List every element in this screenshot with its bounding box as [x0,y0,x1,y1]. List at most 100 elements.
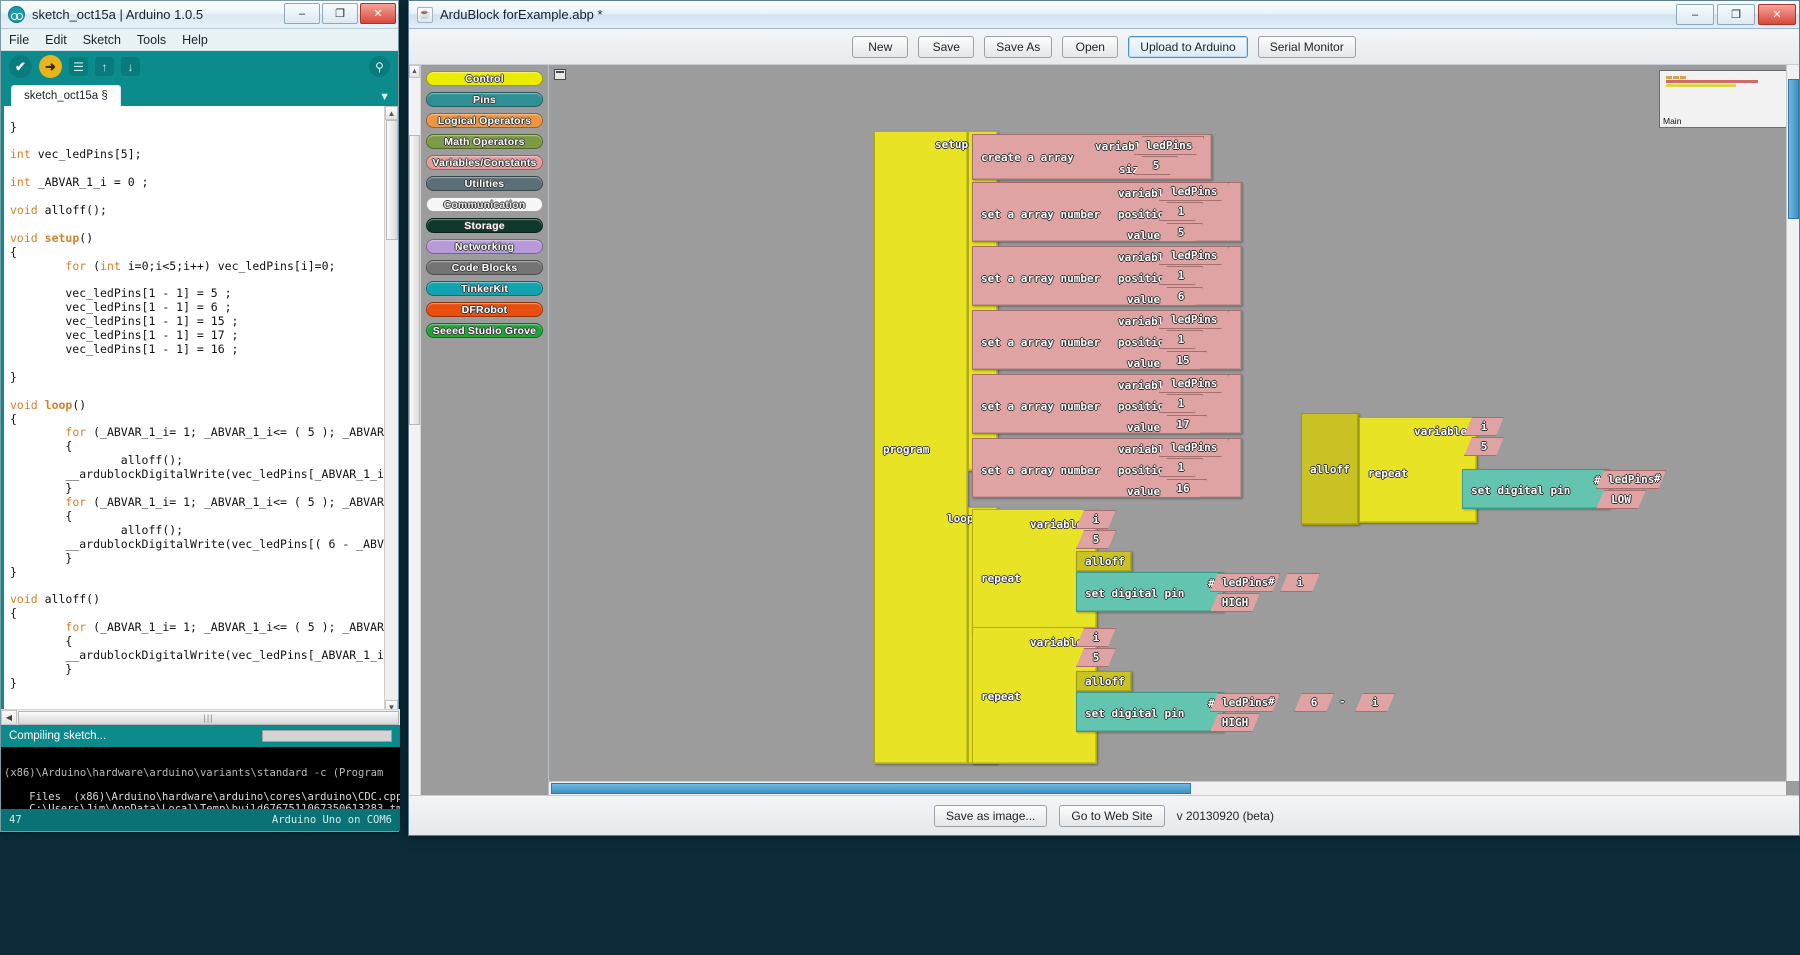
socket-set-array-5-variable[interactable]: ledPins [1159,438,1229,457]
menu-item-sketch[interactable]: Sketch [83,33,121,47]
scroll-up-arrow-icon[interactable]: ▲ [385,106,398,120]
menu-item-edit[interactable]: Edit [45,33,67,47]
palette-category-seeed-studio-grove[interactable]: Seeed Studio Grove [426,323,543,338]
socket-set-array-1-variable[interactable]: ledPins [1159,182,1229,201]
palette-category-label: Communication [444,199,526,211]
block-program[interactable]: program [874,131,968,764]
minimize-icon: – [299,8,305,20]
palette-category-math-operators[interactable]: Math Operators [426,134,543,149]
palette-category-label: DFRobot [462,304,508,316]
socket-digital-pin-1-state[interactable]: HIGH [1210,593,1260,612]
block-set-array-value-label: value [1127,229,1160,242]
save-as-button[interactable]: Save As [984,36,1052,58]
block-canvas[interactable]: Main program setup create a array variab… [549,65,1799,795]
socket-alloff-pin-state[interactable]: LOW [1596,490,1646,509]
palette-category-dfrobot[interactable]: DFRobot [426,302,543,317]
canvas-minimap[interactable]: Main [1659,70,1789,128]
serial-monitor-button[interactable]: Serial Monitor [1258,36,1356,58]
close-icon: ✕ [1772,8,1781,21]
canvas-vertical-scrollbar[interactable] [1786,65,1799,781]
block-set-digital-pin-2[interactable]: set digital pin # [1076,692,1224,732]
code-horizontal-scrollbar[interactable]: ◀ ||| [1,709,400,725]
palette-category-control[interactable]: Control [426,71,543,86]
close-button[interactable]: ✕ [360,3,396,24]
palette-category-label: Utilities [465,178,505,190]
verify-button[interactable]: ✔ [9,55,32,78]
new-sketch-button[interactable]: ☰ [69,57,88,76]
upload-to-arduino-button[interactable]: Upload to Arduino [1128,36,1247,58]
palette-category-logical-operators[interactable]: Logical Operators [426,113,543,128]
block-alloff-definition[interactable]: alloff [1301,413,1359,525]
save-button[interactable]: Save [918,36,974,58]
tab-sketch-oct15a[interactable]: sketch_oct15a § [11,85,121,106]
maximize-button[interactable]: ❐ [1717,4,1755,25]
menu-item-help[interactable]: Help [182,33,208,47]
arduino-menubar: File Edit Sketch Tools Help [1,29,398,51]
palette-category-pins[interactable]: Pins [426,92,543,107]
socket-set-array-4-value[interactable]: 17 [1159,415,1207,434]
socket-set-array-5-value[interactable]: 16 [1159,479,1207,498]
socket-set-array-3-variable[interactable]: ledPins [1159,310,1229,329]
maximize-button[interactable]: ❐ [322,3,358,24]
palette-scroll-thumb[interactable] [409,135,420,425]
go-to-web-site-button[interactable]: Go to Web Site [1059,805,1164,827]
block-call-alloff-1[interactable]: alloff [1076,551,1132,572]
chevron-down-icon[interactable]: ▼ [379,91,390,103]
socket-digital-pin-2-state[interactable]: HIGH [1210,713,1260,732]
block-call-alloff-2[interactable]: alloff [1076,671,1132,692]
socket-set-array-3-value[interactable]: 15 [1159,351,1207,370]
scroll-left-arrow-icon[interactable]: ◀ [1,710,17,725]
block-call-alloff-2-label: alloff [1085,675,1125,688]
arduino-titlebar[interactable]: sketch_oct15a | Arduino 1.0.5 – ❐ ✕ [1,1,398,29]
palette-category-label: Math Operators [444,136,524,148]
upload-button[interactable]: ➜ [39,55,62,78]
block-alloff-set-digital-pin-label: set digital pin [1471,484,1570,497]
socket-digital-pin-2-index-b[interactable]: i [1355,693,1395,712]
canvas-horizontal-thumb[interactable] [551,783,1191,794]
block-set-digital-pin-1[interactable]: set digital pin # [1076,572,1224,612]
palette-category-communication[interactable]: Communication [426,197,543,212]
horizontal-scroll-thumb[interactable]: ||| [18,711,399,725]
collapse-box-icon[interactable] [554,69,566,80]
ardublock-titlebar[interactable]: ☕ ArduBlock forExample.abp * – ❐ ✕ [409,1,1799,29]
palette-category-networking[interactable]: Networking [426,239,543,254]
palette-category-code-blocks[interactable]: Code Blocks [426,260,543,275]
palette-scroll-up-icon[interactable]: ▲ [409,65,420,78]
palette-scrollbar[interactable]: ▲ [409,65,421,795]
ardublock-toolbar: New Save Save As Open Upload to Arduino … [409,29,1799,65]
open-button[interactable]: Open [1062,36,1118,58]
label-digital-pin-2-hash: # [1268,695,1275,708]
minimap-line-2 [1666,84,1736,87]
socket-create-array-variable[interactable]: ledPins [1134,136,1204,155]
console-output[interactable]: (x86)\Arduino\hardware\arduino\variants\… [1,747,400,809]
block-repeat-1-label: repeat [981,572,1021,585]
canvas-vertical-thumb[interactable] [1788,79,1799,219]
menu-item-tools[interactable]: Tools [137,33,166,47]
block-alloff-repeat-label: repeat [1368,467,1408,480]
save-sketch-button[interactable]: ↓ [121,57,140,76]
save-as-image-button[interactable]: Save as image... [934,805,1047,827]
block-alloff-set-digital-pin[interactable]: set digital pin # [1462,469,1610,509]
palette-category-variables-constants[interactable]: Variables/Constants [426,155,543,170]
new-button[interactable]: New [852,36,908,58]
socket-digital-pin-1-index[interactable]: i [1280,573,1320,592]
palette-category-utilities[interactable]: Utilities [426,176,543,191]
palette-category-label: Storage [464,220,505,232]
minimize-button[interactable]: – [284,3,320,24]
close-button[interactable]: ✕ [1758,4,1796,25]
socket-set-array-2-variable[interactable]: ledPins [1159,246,1229,265]
open-sketch-button[interactable]: ↑ [95,57,114,76]
console-line-1: Files (x86)\Arduino\hardware\arduino\cor… [29,791,400,803]
code-editor[interactable]: } int vec_ledPins[5]; int _ABVAR_1_i = 0… [1,106,398,714]
menu-item-file[interactable]: File [9,33,29,47]
socket-digital-pin-2-index-a[interactable]: 6 [1294,693,1334,712]
palette-category-storage[interactable]: Storage [426,218,543,233]
canvas-horizontal-scrollbar[interactable] [549,781,1786,795]
serial-monitor-button[interactable]: ⚲ [369,56,390,77]
palette-category-label: Logical Operators [438,115,531,127]
palette-category-tinkerkit[interactable]: TinkerKit [426,281,543,296]
vertical-scroll-thumb[interactable] [386,120,398,240]
minimize-button[interactable]: – [1676,4,1714,25]
code-vertical-scrollbar[interactable]: ▲ ▼ [384,106,398,714]
socket-set-array-4-variable[interactable]: ledPins [1159,374,1229,393]
